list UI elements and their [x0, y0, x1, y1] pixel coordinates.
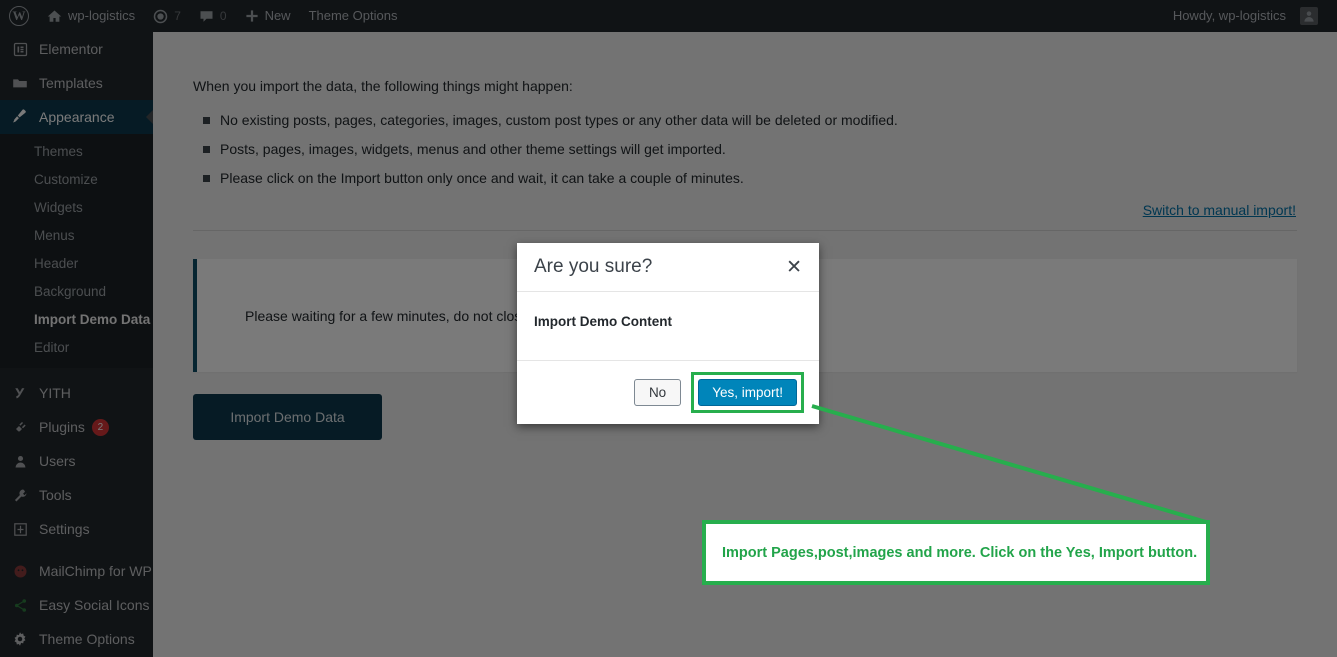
- annotation-text: Import Pages,post,images and more. Click…: [722, 544, 1198, 561]
- modal-footer: No Yes, import!: [517, 360, 819, 424]
- screen: W wp-logistics 7: [0, 0, 1337, 657]
- modal-title: Are you sure?: [534, 256, 653, 277]
- yes-import-highlight: Yes, import!: [691, 372, 804, 413]
- close-icon[interactable]: ✕: [784, 258, 804, 277]
- no-button[interactable]: No: [633, 379, 682, 406]
- modal-header: Are you sure? ✕: [517, 243, 819, 292]
- confirm-import-modal: Are you sure? ✕ Import Demo Content No Y…: [517, 243, 819, 424]
- annotation-callout: Import Pages,post,images and more. Click…: [702, 520, 1210, 585]
- modal-body: Import Demo Content: [534, 314, 672, 329]
- yes-import-button[interactable]: Yes, import!: [698, 379, 797, 406]
